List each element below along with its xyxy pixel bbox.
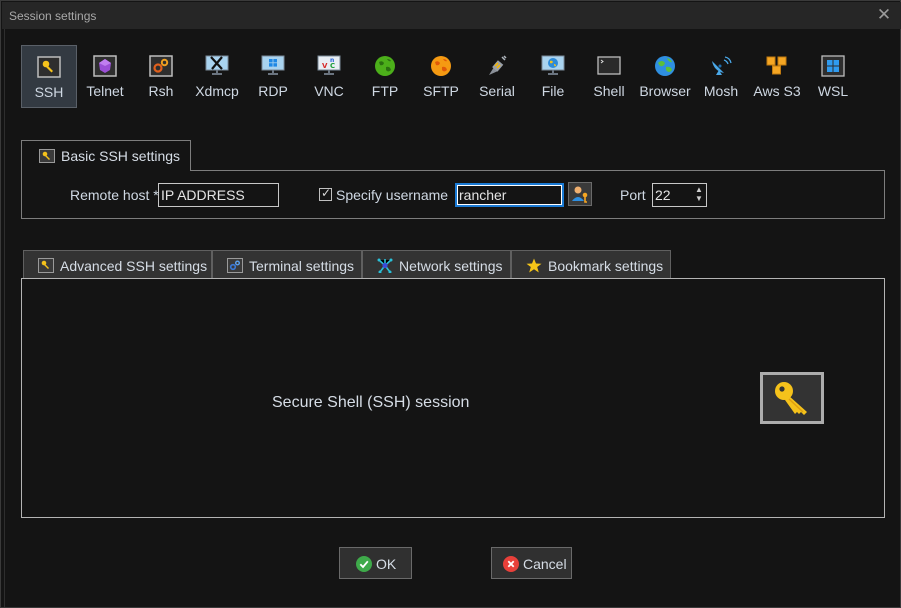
title-bar: Session settings ✕ xyxy=(2,2,901,29)
session-type-label: Mosh xyxy=(703,83,739,99)
session-type-label: WSL xyxy=(817,83,849,99)
user-key-button[interactable] xyxy=(568,182,592,206)
session-type-label: Serial xyxy=(479,83,515,99)
checkmark-icon: ✓ xyxy=(321,186,332,200)
session-type-serial[interactable]: Serial xyxy=(469,45,525,108)
session-type-xdmcp[interactable]: Xdmcp xyxy=(189,45,245,108)
specify-username-checkbox[interactable]: ✓ xyxy=(319,186,332,201)
network-icon xyxy=(377,258,393,274)
session-type-rsh[interactable]: Rsh xyxy=(133,45,189,108)
tab-advanced-ssh-settings[interactable]: Advanced SSH settings xyxy=(23,250,212,279)
ok-check-icon xyxy=(356,556,372,572)
tab-terminal-settings[interactable]: Terminal settings xyxy=(212,250,362,279)
remote-host-input[interactable] xyxy=(158,183,279,207)
svg-text:V: V xyxy=(322,62,328,70)
gears-icon xyxy=(149,55,173,77)
session-type-label: FTP xyxy=(371,83,399,99)
session-type-sftp[interactable]: SFTP xyxy=(413,45,469,108)
basic-settings-panel: Remote host * ✓ Specify username Port ▲ … xyxy=(21,170,885,219)
cancel-label: Cancel xyxy=(523,556,567,572)
ok-label: OK xyxy=(376,556,397,572)
session-type-label: RDP xyxy=(258,83,288,99)
green-globe-icon xyxy=(373,55,397,77)
port-spinner[interactable]: ▲ ▼ xyxy=(652,183,707,207)
purple-gem-icon xyxy=(93,55,117,77)
cancel-x-icon xyxy=(503,556,519,572)
ok-button[interactable]: OK xyxy=(339,547,412,579)
star-icon xyxy=(526,258,542,273)
port-label: Port xyxy=(620,187,646,203)
session-settings-dialog: Session settings ✕ SSH Telnet Rsh Xdmcp … xyxy=(0,0,901,608)
blue-globe-icon xyxy=(653,55,677,77)
key-icon xyxy=(38,258,54,273)
tab-label: Basic SSH settings xyxy=(61,148,181,164)
session-type-ssh[interactable]: SSH xyxy=(21,45,77,108)
window-title: Session settings xyxy=(9,9,97,23)
username-input[interactable] xyxy=(455,183,564,207)
cancel-button[interactable]: Cancel xyxy=(491,547,572,579)
cubes-icon xyxy=(765,55,789,77)
tab-label: Advanced SSH settings xyxy=(60,258,208,274)
key-icon xyxy=(37,56,61,78)
session-type-label: SSH xyxy=(34,84,64,100)
session-type-label: VNC xyxy=(314,83,344,99)
windows-logo-icon xyxy=(821,55,845,77)
orange-globe-icon xyxy=(429,55,453,77)
session-type-telnet[interactable]: Telnet xyxy=(77,45,133,108)
windows-monitor-icon xyxy=(261,55,285,77)
session-type-label: Rsh xyxy=(148,83,174,99)
session-type-label: Aws S3 xyxy=(753,83,801,99)
key-icon xyxy=(39,149,55,163)
tab-label: Terminal settings xyxy=(249,258,355,274)
session-type-ftp[interactable]: FTP xyxy=(357,45,413,108)
tab-bookmark-settings[interactable]: Bookmark settings xyxy=(511,250,671,279)
window-border xyxy=(4,29,5,607)
session-type-aws-s3[interactable]: Aws S3 xyxy=(749,45,805,108)
session-type-label: Browser xyxy=(639,83,691,99)
session-type-label: File xyxy=(541,83,565,99)
vnc-monitor-icon: VCn xyxy=(317,55,341,77)
session-type-label: Shell xyxy=(593,83,625,99)
tab-network-settings[interactable]: Network settings xyxy=(362,250,511,279)
tab-label: Network settings xyxy=(399,258,503,274)
gears-icon xyxy=(227,258,243,273)
svg-text:n: n xyxy=(330,57,334,64)
session-type-rdp[interactable]: RDP xyxy=(245,45,301,108)
session-description: Secure Shell (SSH) session xyxy=(272,394,470,411)
session-type-file[interactable]: File xyxy=(525,45,581,108)
satellite-dish-icon xyxy=(709,55,733,77)
user-key-icon xyxy=(572,186,588,203)
spin-down-icon[interactable]: ▼ xyxy=(693,194,705,203)
remote-host-label: Remote host * xyxy=(70,187,159,203)
session-type-label: SFTP xyxy=(423,83,459,99)
tab-label: Bookmark settings xyxy=(548,258,664,274)
ssh-key-image xyxy=(760,372,824,424)
session-type-label: Telnet xyxy=(86,83,124,99)
globe-monitor-icon xyxy=(541,55,565,77)
session-type-mosh[interactable]: Mosh xyxy=(693,45,749,108)
specify-username-label: Specify username xyxy=(336,187,449,203)
session-type-browser[interactable]: Browser xyxy=(637,45,693,108)
spin-up-icon[interactable]: ▲ xyxy=(693,185,705,194)
tab-basic-ssh-settings[interactable]: Basic SSH settings xyxy=(21,140,191,171)
session-type-vnc[interactable]: VCn VNC xyxy=(301,45,357,108)
port-spin-buttons[interactable]: ▲ ▼ xyxy=(693,185,705,203)
session-description-panel: Secure Shell (SSH) session xyxy=(21,278,885,518)
plug-icon xyxy=(485,55,509,77)
terminal-icon xyxy=(597,55,621,77)
session-type-label: Xdmcp xyxy=(195,83,239,99)
close-icon[interactable]: ✕ xyxy=(876,6,892,23)
key-icon xyxy=(775,382,807,415)
session-type-shell[interactable]: Shell xyxy=(581,45,637,108)
x-monitor-icon xyxy=(205,55,229,77)
session-type-wsl[interactable]: WSL xyxy=(805,45,861,108)
